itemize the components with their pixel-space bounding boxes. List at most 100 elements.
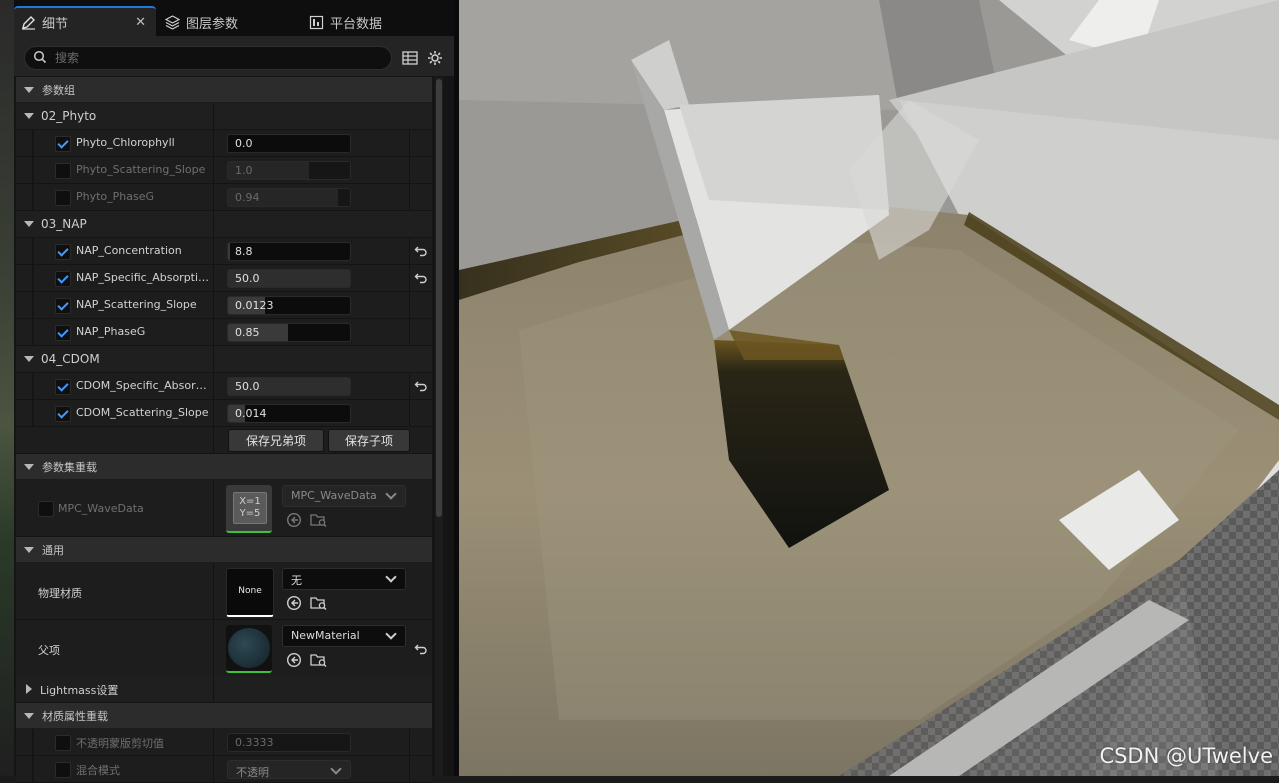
watermark: CSDN @UTwelve — [1099, 744, 1273, 768]
value-text: 0.3333 — [235, 736, 274, 749]
override-checkbox[interactable] — [55, 190, 71, 206]
close-icon[interactable]: ✕ — [135, 15, 146, 30]
search-input[interactable] — [53, 48, 377, 68]
override-checkbox[interactable] — [55, 136, 71, 152]
column-divider — [213, 319, 214, 345]
value-field[interactable]: 0.94 — [227, 188, 351, 207]
physical-material-row: 物理材质 None 无 — [16, 563, 432, 620]
tab-details-label: 细节 — [42, 16, 69, 32]
parent-material-thumbnail[interactable] — [226, 625, 272, 673]
physical-material-dropdown[interactable]: 无 — [282, 568, 406, 590]
value-field[interactable]: 0.0 — [227, 134, 351, 153]
indent-guide — [32, 130, 34, 156]
level-viewport[interactable]: CSDN @UTwelve — [459, 0, 1279, 776]
override-checkbox[interactable] — [55, 271, 71, 287]
override-checkbox[interactable] — [55, 325, 71, 341]
browse-folder-icon[interactable] — [310, 595, 328, 614]
save-siblings-button[interactable]: 保存兄弟项 — [228, 429, 324, 452]
section-parameter-set-overrides[interactable]: 参数集重载 — [16, 454, 432, 480]
section-general[interactable]: 通用 — [16, 537, 432, 563]
reset-arrow-icon[interactable] — [414, 642, 428, 656]
group-cdom[interactable]: 04_CDOM — [16, 346, 432, 373]
column-divider — [409, 319, 410, 345]
parent-dropdown[interactable]: NewMaterial — [282, 625, 406, 647]
section-label: 参数组 — [42, 83, 75, 97]
value-field[interactable]: 0.014 — [227, 404, 351, 423]
column-divider — [409, 400, 410, 426]
viewport-scene — [459, 0, 1279, 776]
reset-arrow-icon[interactable] — [414, 379, 428, 393]
mpc-thumbnail[interactable]: X=1 Y=5 — [226, 485, 272, 533]
override-checkbox[interactable] — [55, 244, 71, 260]
chevron-down-icon — [24, 356, 34, 362]
override-checkbox[interactable] — [55, 163, 71, 179]
group-nap[interactable]: 03_NAP — [16, 211, 432, 238]
column-divider — [213, 265, 214, 291]
value-field[interactable]: 0.3333 — [227, 733, 351, 752]
use-selected-icon[interactable] — [286, 512, 302, 531]
reset-arrow-icon[interactable] — [414, 244, 428, 258]
column-divider — [213, 238, 214, 264]
save-children-button[interactable]: 保存子项 — [328, 429, 410, 452]
chevron-down-icon — [385, 488, 397, 500]
tab-details[interactable]: 细节 ✕ — [14, 6, 156, 36]
value-field[interactable]: 8.8 — [227, 242, 351, 261]
indent-guide — [32, 756, 34, 782]
column-divider — [409, 265, 410, 291]
column-divider — [213, 184, 214, 210]
blend-mode-dropdown[interactable]: 不透明 — [227, 760, 351, 779]
reset-arrow-icon[interactable] — [414, 271, 428, 285]
value-text: 50.0 — [235, 272, 260, 285]
value-field[interactable]: 50.0 — [227, 377, 351, 396]
browse-folder-icon[interactable] — [310, 652, 328, 671]
use-selected-icon[interactable] — [286, 595, 302, 614]
mpc-dropdown[interactable]: MPC_WaveData — [282, 485, 406, 507]
column-divider — [213, 620, 214, 676]
column-divider — [213, 480, 214, 536]
param-label: NAP_PhaseG — [76, 325, 146, 338]
column-divider — [213, 373, 214, 399]
override-checkbox[interactable] — [38, 501, 54, 517]
thumb-text: Y=5 — [239, 508, 261, 519]
value-field[interactable]: 0.0123 — [227, 296, 351, 315]
physical-material-thumbnail[interactable]: None — [226, 568, 274, 617]
value-field[interactable]: 50.0 — [227, 269, 351, 288]
gear-icon[interactable] — [426, 49, 444, 67]
indent-guide — [32, 265, 34, 291]
column-divider — [409, 292, 410, 318]
vertical-scrollbar[interactable] — [435, 77, 443, 776]
group-label: 03_NAP — [41, 217, 87, 231]
value-text: 1.0 — [235, 164, 253, 177]
tab-layer-params[interactable]: 图层参数 — [164, 8, 294, 36]
parent-asset-actions — [286, 652, 328, 671]
section-lightmass[interactable]: Lightmass设置 — [16, 676, 432, 703]
scrollbar-thumb[interactable] — [436, 79, 442, 517]
section-parameter-groups[interactable]: 参数组 — [16, 77, 432, 103]
value-text: 0.94 — [235, 191, 260, 204]
param-row-phyto-chlorophyll: Phyto_Chlorophyll 0.0 — [16, 130, 432, 157]
section-material-overrides[interactable]: 材质属性重载 — [16, 703, 432, 729]
param-row-nap-specific-absorption: NAP_Specific_Absorption_Coefficient 50.0 — [16, 265, 432, 292]
use-selected-icon[interactable] — [286, 652, 302, 671]
search-icon — [33, 50, 47, 67]
column-divider — [213, 427, 214, 453]
background-strip — [0, 0, 14, 776]
column-divider — [213, 346, 214, 372]
browse-folder-icon[interactable] — [310, 512, 328, 531]
value-slider-fill — [228, 243, 231, 260]
override-checkbox[interactable] — [55, 298, 71, 314]
override-checkbox[interactable] — [55, 379, 71, 395]
mpc-row: MPC_WaveData X=1 Y=5 MPC_WaveData — [16, 480, 432, 537]
group-phyto[interactable]: 02_Phyto — [16, 103, 432, 130]
table-view-icon[interactable] — [401, 49, 419, 67]
override-checkbox[interactable] — [55, 735, 71, 751]
value-text: 50.0 — [235, 380, 260, 393]
tab-platform-data[interactable]: 平台数据 — [308, 8, 448, 36]
group-label: 02_Phyto — [41, 109, 97, 123]
value-field[interactable]: 1.0 — [227, 161, 351, 180]
value-field[interactable]: 0.85 — [227, 323, 351, 342]
column-divider — [213, 563, 214, 619]
chevron-down-icon — [24, 546, 34, 553]
search-box — [24, 46, 392, 70]
override-checkbox[interactable] — [55, 406, 71, 422]
